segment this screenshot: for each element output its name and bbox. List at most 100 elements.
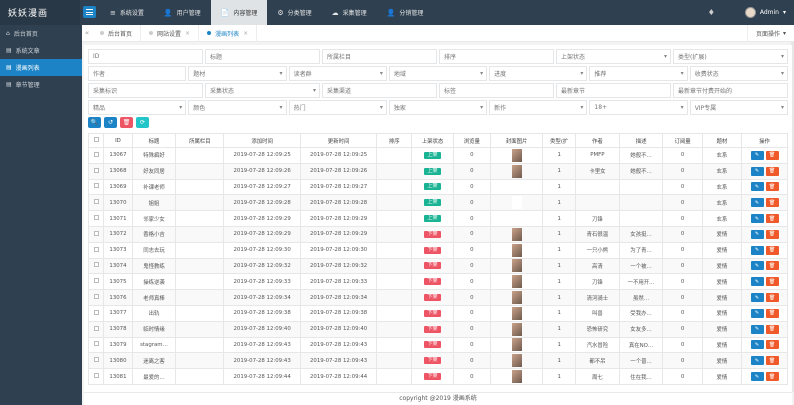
- checkbox[interactable]: [93, 215, 99, 221]
- checkbox[interactable]: [93, 325, 99, 331]
- checkbox[interactable]: [93, 199, 99, 205]
- edit-button[interactable]: ✎: [750, 198, 764, 208]
- delete-row-button[interactable]: 🗑: [765, 261, 779, 271]
- table-row[interactable]: 13079 stagram… 2019-07-28 12:09:43 2019-07-…: [87, 336, 788, 354]
- checkbox[interactable]: [93, 262, 99, 268]
- filter-select[interactable]: 题材: [188, 66, 287, 81]
- edit-button[interactable]: ✎: [750, 166, 764, 176]
- checkbox[interactable]: [93, 294, 99, 300]
- filter-select[interactable]: 独家: [388, 100, 488, 115]
- refresh-button[interactable]: ⟳: [136, 117, 149, 128]
- delete-row-button[interactable]: 🗑: [765, 198, 779, 208]
- filter-input[interactable]: 所属栏目: [322, 49, 437, 64]
- sidebar-item[interactable]: ⌂ 后台首页: [0, 25, 82, 42]
- delete-row-button[interactable]: 🗑: [765, 229, 779, 239]
- checkbox[interactable]: [93, 309, 99, 315]
- delete-row-button[interactable]: 🗑: [765, 182, 779, 192]
- delete-row-button[interactable]: 🗑: [765, 150, 779, 160]
- delete-row-button[interactable]: 🗑: [765, 324, 779, 334]
- edit-button[interactable]: ✎: [750, 182, 764, 192]
- table-row[interactable]: 13081 最爱的… 2019-07-28 12:09:44 2019-07-28 1…: [87, 368, 788, 385]
- filter-select[interactable]: 采集状态: [205, 83, 320, 98]
- tab[interactable]: 网站设置 ×: [141, 24, 200, 42]
- topnav-item[interactable]: 👤 分销管理: [377, 0, 434, 25]
- filter-select[interactable]: 进度: [489, 66, 588, 81]
- edit-button[interactable]: ✎: [750, 214, 764, 224]
- table-row[interactable]: 13070 姐姐 2019-07-28 12:09:28 2019-07-28 12:…: [87, 194, 788, 212]
- table-row[interactable]: 13068 好友同居 2019-07-28 12:09:26 2019-07-28 1…: [87, 162, 788, 180]
- tab[interactable]: 漫画列表 ×: [199, 24, 258, 42]
- checkbox[interactable]: [93, 246, 99, 252]
- filter-select[interactable]: 新作: [489, 100, 588, 115]
- table-row[interactable]: 13080 迷离之客 2019-07-28 12:09:43 2019-07-28 1…: [87, 352, 788, 370]
- page-actions-dropdown[interactable]: 页面操作 ▾: [746, 25, 794, 42]
- filter-select[interactable]: 颜色: [188, 100, 287, 115]
- close-icon[interactable]: ×: [243, 30, 248, 37]
- menu-toggle-button[interactable]: [83, 6, 96, 18]
- select-all-checkbox[interactable]: [87, 133, 105, 148]
- filter-select[interactable]: 上架状态: [556, 49, 671, 64]
- edit-button[interactable]: ✎: [750, 229, 764, 239]
- filter-input[interactable]: 采集标识: [88, 83, 203, 98]
- topnav-item[interactable]: ⚙ 分类管理: [267, 0, 321, 25]
- filter-select[interactable]: 18+: [589, 100, 688, 115]
- table-row[interactable]: 13071 邻家少女 2019-07-28 12:09:29 2019-07-28 1…: [87, 210, 788, 227]
- topnav-item[interactable]: 📄 内容管理: [210, 0, 268, 25]
- table-row[interactable]: 13078 临时情缘 2019-07-28 12:09:40 2019-07-28 1…: [87, 320, 788, 338]
- checkbox[interactable]: [93, 357, 99, 363]
- topnav-item[interactable]: ≡ 系统设置: [100, 0, 154, 25]
- user-menu[interactable]: Admin ▾: [744, 7, 786, 18]
- filter-input[interactable]: ID: [88, 49, 203, 64]
- filter-input[interactable]: 作者: [88, 66, 187, 81]
- filter-input[interactable]: 最新章节: [556, 83, 671, 98]
- delete-row-button[interactable]: 🗑: [765, 277, 779, 287]
- checkbox[interactable]: [93, 230, 99, 236]
- reset-button[interactable]: ↺: [104, 117, 117, 128]
- delete-row-button[interactable]: 🗑: [765, 293, 779, 303]
- checkbox[interactable]: [93, 278, 99, 284]
- delete-row-button[interactable]: 🗑: [765, 340, 779, 350]
- checkbox[interactable]: [93, 183, 99, 189]
- edit-button[interactable]: ✎: [750, 356, 764, 366]
- search-button[interactable]: 🔍: [88, 117, 101, 128]
- filter-select[interactable]: 读者群: [288, 66, 387, 81]
- close-icon[interactable]: ×: [185, 30, 190, 37]
- edit-button[interactable]: ✎: [750, 324, 764, 334]
- table-row[interactable]: 13074 鬼怪教练 2019-07-28 12:09:32 2019-07-28 1…: [87, 257, 788, 275]
- filter-select[interactable]: 精品: [88, 100, 187, 115]
- edit-button[interactable]: ✎: [750, 150, 764, 160]
- app-logo[interactable]: 妖妖漫画: [0, 0, 80, 25]
- checkbox[interactable]: [93, 167, 99, 173]
- filter-input[interactable]: 排序: [439, 49, 554, 64]
- filter-select[interactable]: 收费状态: [689, 66, 788, 81]
- checkbox[interactable]: [93, 373, 99, 379]
- filter-input[interactable]: 采集渠道: [322, 83, 437, 98]
- edit-button[interactable]: ✎: [750, 277, 764, 287]
- filter-select[interactable]: 推荐: [589, 66, 688, 81]
- filter-select[interactable]: VIP专属: [689, 100, 788, 115]
- filter-select[interactable]: 地域: [388, 66, 488, 81]
- delete-row-button[interactable]: 🗑: [765, 214, 779, 224]
- delete-row-button[interactable]: 🗑: [765, 372, 779, 382]
- tab[interactable]: 后台首页: [92, 24, 142, 42]
- edit-button[interactable]: ✎: [750, 372, 764, 382]
- edit-button[interactable]: ✎: [750, 340, 764, 350]
- sidebar-item[interactable]: ▤ 漫画列表: [0, 59, 82, 76]
- checkbox[interactable]: [93, 137, 99, 142]
- table-row[interactable]: 13077 出轨 2019-07-28 12:09:38 2019-07-28 12:…: [87, 304, 788, 322]
- delete-row-button[interactable]: 🗑: [765, 356, 779, 366]
- sidebar-item[interactable]: ▤ 章节管理: [0, 76, 82, 93]
- sidebar-item[interactable]: ▤ 系统文章: [0, 42, 82, 59]
- filter-input[interactable]: 标签: [439, 83, 554, 98]
- delete-row-button[interactable]: 🗑: [765, 166, 779, 176]
- filter-input[interactable]: 标题: [205, 49, 320, 64]
- filter-select[interactable]: 类型(扩展): [673, 49, 788, 64]
- delete-row-button[interactable]: 🗑: [765, 308, 779, 318]
- tab-scroll-left-icon[interactable]: «: [82, 29, 92, 37]
- edit-button[interactable]: ✎: [750, 308, 764, 318]
- checkbox[interactable]: [93, 341, 99, 347]
- topnav-item[interactable]: 👤 用户管理: [154, 0, 211, 25]
- edit-button[interactable]: ✎: [750, 261, 764, 271]
- filter-select[interactable]: 热门: [288, 100, 387, 115]
- table-row[interactable]: 13075 操练逆袭 2019-07-28 12:09:33 2019-07-28 1…: [87, 273, 788, 291]
